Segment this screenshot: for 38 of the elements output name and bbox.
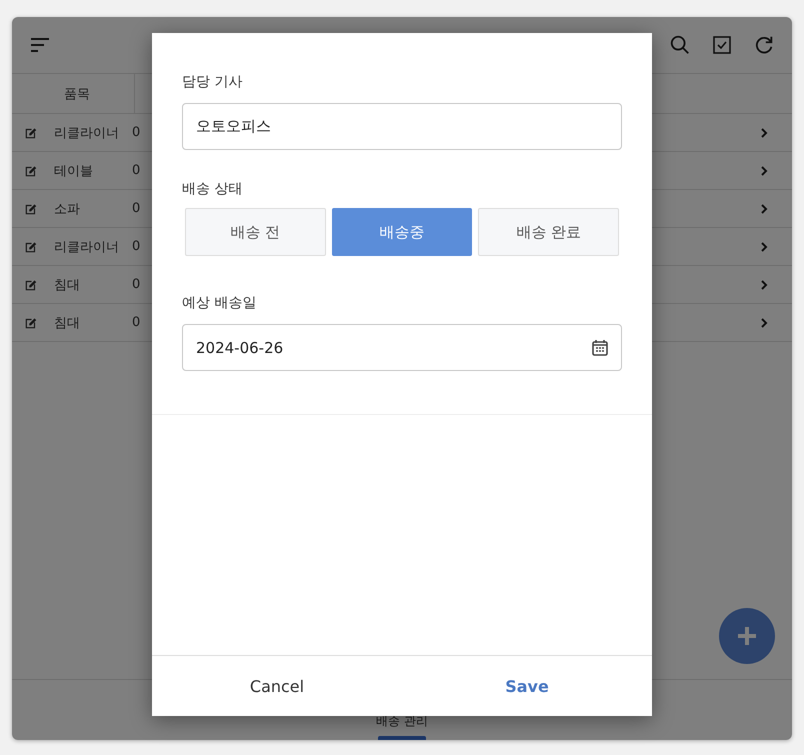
edit-icon[interactable] [24,240,38,254]
table-cell: 0 [132,125,140,140]
table-cell-text: 리클라이너 [54,238,120,256]
field-label: 담당 기사 [182,73,244,91]
table-cell-text: 소파 [54,200,81,218]
table-cell-text: 리클라이너 [54,124,120,142]
edit-icon[interactable] [24,164,38,178]
table-cell-text: 침대 [54,314,81,332]
save-button[interactable]: Save [402,656,652,716]
chevron-right-icon[interactable] [760,280,768,290]
input-field[interactable]: 오토오피스 [182,103,622,150]
table-cell: 0 [132,239,140,254]
edit-icon[interactable] [24,278,38,292]
table-cell: 0 [132,277,140,292]
table-cell-text: 테이블 [54,162,94,180]
column-header[interactable]: 품목 [64,74,135,113]
checkbox-icon[interactable] [710,33,734,57]
status-option[interactable]: 배송 완료 [478,208,620,256]
date-field[interactable]: 2024-06-26 [182,324,622,371]
table-cell: 0 [132,163,140,178]
cancel-button[interactable]: Cancel [152,656,402,716]
table-cell: 0 [132,315,140,330]
chevron-right-icon[interactable] [760,166,768,176]
plus-icon [736,625,758,647]
field-label: 배송 상태 [182,180,244,198]
table-cell: 0 [132,201,140,216]
chevron-right-icon[interactable] [760,204,768,214]
chevron-right-icon[interactable] [760,242,768,252]
chevron-right-icon[interactable] [760,128,768,138]
status-option[interactable]: 배송 전 [185,208,326,256]
table-cell-text: 침대 [54,276,81,294]
edit-icon[interactable] [24,126,38,140]
calendar-icon[interactable] [592,339,608,356]
chevron-right-icon[interactable] [760,318,768,328]
field-label: 예상 배송일 [182,294,258,312]
date-value: 2024-06-26 [196,338,284,356]
edit-icon[interactable] [24,316,38,330]
edit-icon[interactable] [24,202,38,216]
